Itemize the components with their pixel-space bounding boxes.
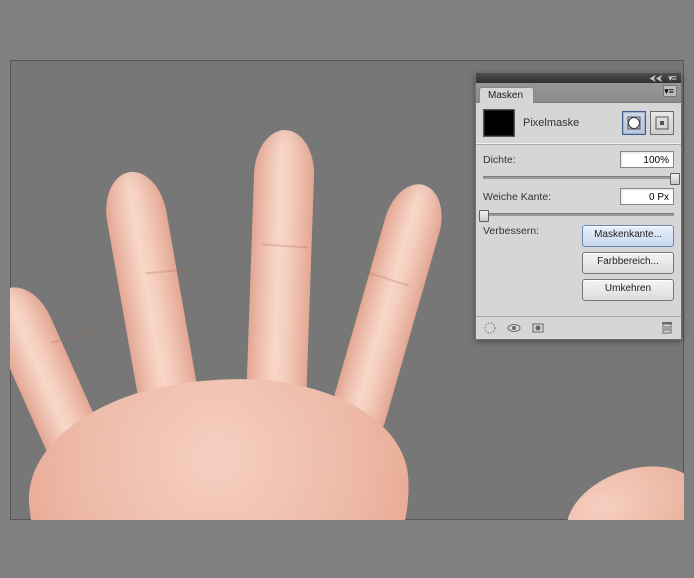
collapse-icon[interactable]: ⮜⮜ <box>649 74 663 82</box>
feather-input[interactable]: 0 Px <box>620 188 674 205</box>
hand-image <box>10 100 530 520</box>
mask-edge-button[interactable]: Maskenkante... <box>582 225 674 247</box>
feather-slider[interactable] <box>483 211 674 217</box>
panel-options-icon[interactable]: ▾≡ <box>663 85 677 97</box>
apply-mask-icon[interactable] <box>506 320 522 336</box>
panel-footer <box>476 316 681 339</box>
invert-button[interactable]: Umkehren <box>582 279 674 301</box>
load-selection-icon[interactable] <box>482 320 498 336</box>
panel-titlebar[interactable]: ⮜⮜ ▾≡ <box>476 73 681 83</box>
mask-type-label: Pixelmaske <box>523 117 618 129</box>
thumb-tip <box>553 449 684 520</box>
trash-icon[interactable] <box>659 320 675 336</box>
color-range-button[interactable]: Farbbereich... <box>582 252 674 274</box>
density-slider[interactable] <box>483 174 674 180</box>
mask-thumbnail[interactable] <box>483 109 515 137</box>
tab-masks[interactable]: Masken <box>479 87 534 103</box>
density-input[interactable]: 100% <box>620 151 674 168</box>
feather-label: Weiche Kante: <box>483 191 567 203</box>
panel-menu-icon[interactable]: ▾≡ <box>665 74 679 82</box>
toggle-mask-icon[interactable] <box>530 320 546 336</box>
refine-label: Verbessern: <box>483 225 567 237</box>
vector-mask-mode-button[interactable] <box>650 111 674 135</box>
density-label: Dichte: <box>483 154 567 166</box>
pixel-mask-mode-button[interactable] <box>622 111 646 135</box>
masks-panel: ⮜⮜ ▾≡ Masken ▾≡ Pixelmaske Dichte: 100% … <box>475 72 682 340</box>
panel-tabs: Masken ▾≡ <box>476 83 681 103</box>
